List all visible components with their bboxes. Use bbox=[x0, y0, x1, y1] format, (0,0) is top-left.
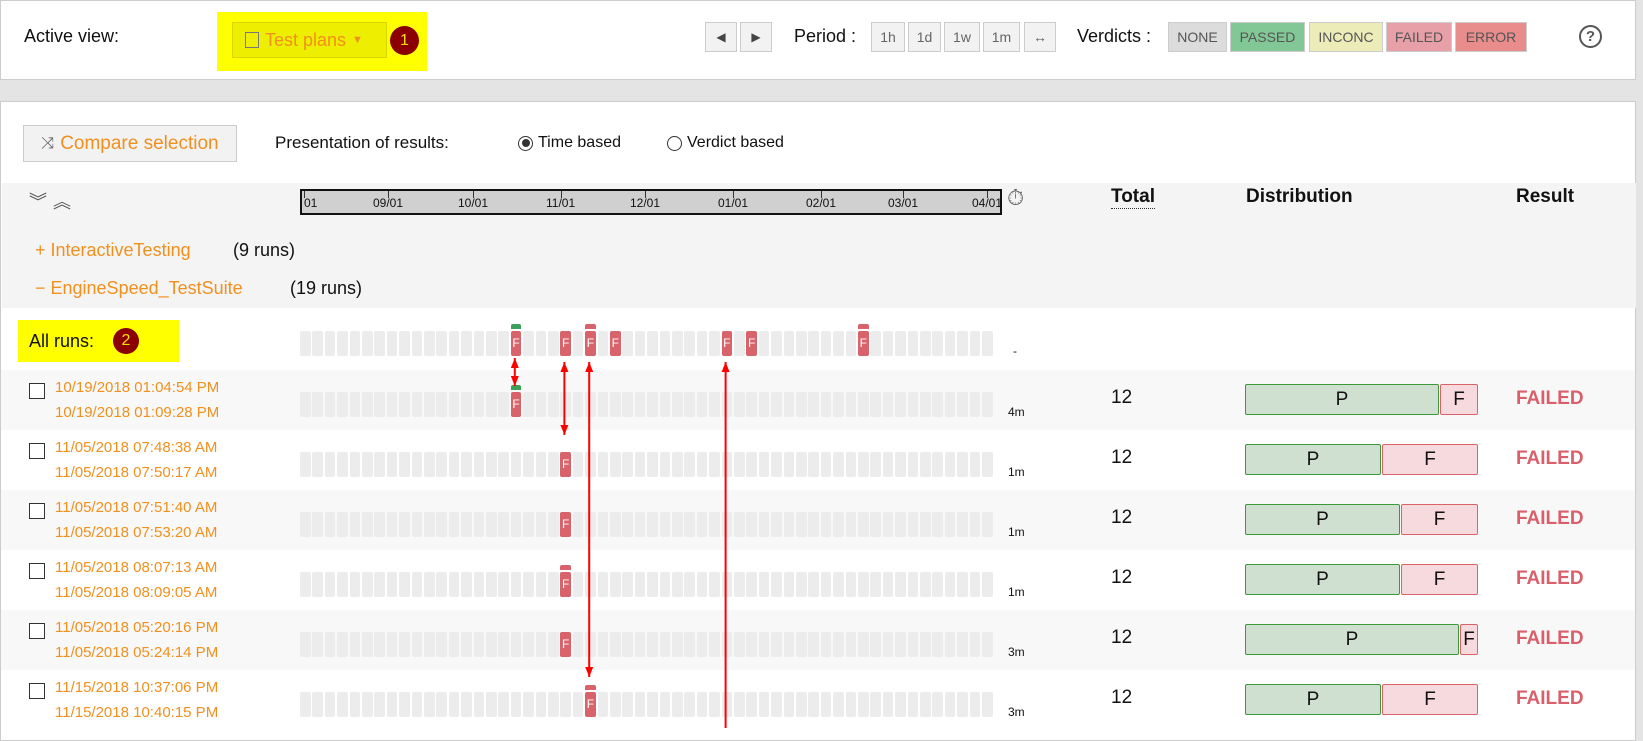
annotation-arrows bbox=[510, 358, 730, 728]
arrow-head bbox=[510, 358, 519, 368]
arrow-head bbox=[721, 362, 730, 372]
arrow-head bbox=[560, 362, 569, 372]
arrow-head bbox=[585, 667, 594, 677]
arrow-head bbox=[585, 362, 594, 372]
arrow-head bbox=[560, 425, 569, 435]
arrow-head bbox=[510, 376, 519, 386]
